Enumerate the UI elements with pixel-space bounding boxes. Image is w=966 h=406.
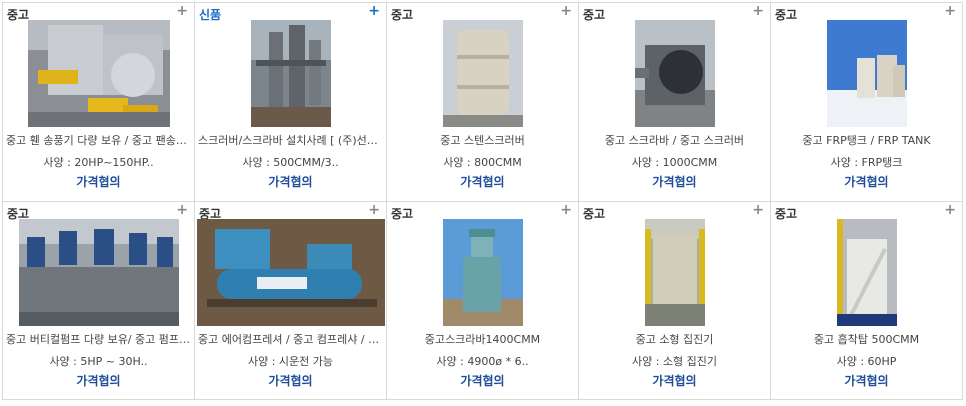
product-price: 가격협의: [652, 175, 697, 189]
product-spec: 사양 : 1000CMM: [631, 156, 718, 169]
product-card[interactable]: 중고 + 중고 버티컬펌프 다량 보유/ 중고 펌프/… 사양 : 5HP ~ …: [3, 201, 195, 400]
product-price: 가격협의: [268, 175, 313, 189]
product-grid: 중고 + 중고 휀 송풍기 다량 보유 / 중고 팬송풍… 사양 : 20HP~…: [2, 2, 963, 400]
product-price: 가격협의: [652, 373, 697, 388]
condition-badge: 중고: [391, 206, 414, 221]
scrubber-photo[interactable]: [634, 20, 715, 127]
condition-badge: 중고: [775, 8, 798, 22]
product-price: 가격협의: [76, 175, 121, 189]
condition-badge: 중고: [583, 8, 606, 22]
condition-badge: 중고: [7, 8, 30, 22]
condition-badge: 중고: [391, 8, 414, 22]
product-spec: 사양 : 시운전 가능: [247, 354, 334, 368]
add-icon[interactable]: +: [560, 203, 572, 217]
product-price: 가격협의: [844, 175, 889, 189]
stainless-scrubber-photo[interactable]: [442, 20, 523, 127]
product-card[interactable]: 중고 + 중고 휀 송풍기 다량 보유 / 중고 팬송풍… 사양 : 20HP~…: [3, 3, 195, 202]
add-icon[interactable]: +: [368, 203, 380, 217]
product-title[interactable]: 중고 FRP탱크 / FRP TANK: [771, 132, 962, 148]
condition-badge: 중고: [583, 206, 606, 221]
product-card[interactable]: 중고 + 중고 흡착탑 500CMM 사양 : 60HP 가격협의: [771, 201, 963, 400]
scrubber-tower-photo[interactable]: [442, 218, 523, 326]
add-icon[interactable]: +: [176, 4, 188, 18]
product-spec: 사양 : FRP탱크: [830, 156, 903, 169]
product-price: 가격협의: [844, 373, 889, 388]
product-title[interactable]: 중고 스크라바 / 중고 스크러버: [579, 132, 770, 148]
add-icon[interactable]: +: [560, 4, 572, 18]
add-icon[interactable]: +: [944, 4, 956, 18]
vertical-pump-photo[interactable]: [18, 218, 179, 326]
product-spec: 사양 : 4900ø * 6..: [436, 354, 529, 368]
product-title[interactable]: 중고 스텐스크러버: [387, 132, 578, 148]
scrubber-installation-photo[interactable]: [250, 20, 331, 127]
dust-collector-photo[interactable]: [644, 218, 705, 326]
condition-badge: 신품: [199, 8, 222, 22]
product-title[interactable]: 스크러버/스크라바 설치사례 [ (주)선영 ]: [195, 132, 386, 148]
add-icon[interactable]: +: [368, 4, 380, 18]
product-card[interactable]: 중고 + 중고 스크라바 / 중고 스크러버 사양 : 1000CMM 가격협의: [579, 3, 771, 202]
product-spec: 사양 : 800CMM: [443, 156, 522, 169]
product-title[interactable]: 중고 휀 송풍기 다량 보유 / 중고 팬송풍…: [3, 132, 194, 148]
product-price: 가격협의: [76, 373, 121, 388]
product-title[interactable]: 중고 소형 집진기: [579, 331, 770, 347]
product-spec: 사양 : 60HP: [836, 354, 897, 368]
product-title[interactable]: 중고스크라바1400CMM: [387, 331, 578, 347]
product-spec: 사양 : 500CMM/3..: [242, 156, 339, 169]
product-price: 가격협의: [268, 373, 313, 388]
air-compressor-photo[interactable]: [196, 218, 385, 326]
product-spec: 사양 : 5HP ~ 30H..: [49, 354, 148, 368]
add-icon[interactable]: +: [176, 203, 188, 217]
product-title[interactable]: 중고 버티컬펌프 다량 보유/ 중고 펌프/…: [3, 331, 194, 347]
adsorption-tower-photo[interactable]: [836, 218, 897, 326]
add-icon[interactable]: +: [752, 4, 764, 18]
product-title[interactable]: 중고 흡착탑 500CMM: [771, 331, 962, 347]
product-price: 가격협의: [460, 373, 505, 388]
industrial-fan-photo[interactable]: [27, 20, 170, 127]
add-icon[interactable]: +: [752, 203, 764, 217]
condition-badge: 중고: [775, 206, 798, 221]
product-card[interactable]: 중고 + 중고 스텐스크러버 사양 : 800CMM 가격협의: [387, 3, 579, 202]
product-spec: 사양 : 20HP~150HP..: [43, 156, 154, 169]
product-title[interactable]: 중고 에어컴프레셔 / 중고 컴프레샤 / 중…: [195, 331, 386, 347]
product-card[interactable]: 중고 + 중고스크라바1400CMM 사양 : 4900ø * 6.. 가격협의: [387, 201, 579, 400]
product-card[interactable]: 신품 + 스크러버/스크라바 설치사례 [ (주)선영 ] 사양 : 500CM…: [195, 3, 387, 202]
product-card[interactable]: 중고 + 중고 소형 집진기 사양 : 소형 집진기 가격협의: [579, 201, 771, 400]
add-icon[interactable]: +: [944, 203, 956, 217]
product-card[interactable]: 중고 + 중고 에어컴프레셔 / 중고 컴프레샤 / 중… 사양 : 시운전 가…: [195, 201, 387, 400]
frp-tank-photo[interactable]: [826, 20, 907, 127]
product-card[interactable]: 중고 + 중고 FRP탱크 / FRP TANK 사양 : FRP탱크 가격협의: [771, 3, 963, 202]
product-spec: 사양 : 소형 집진기: [631, 354, 718, 368]
product-price: 가격협의: [460, 175, 505, 189]
